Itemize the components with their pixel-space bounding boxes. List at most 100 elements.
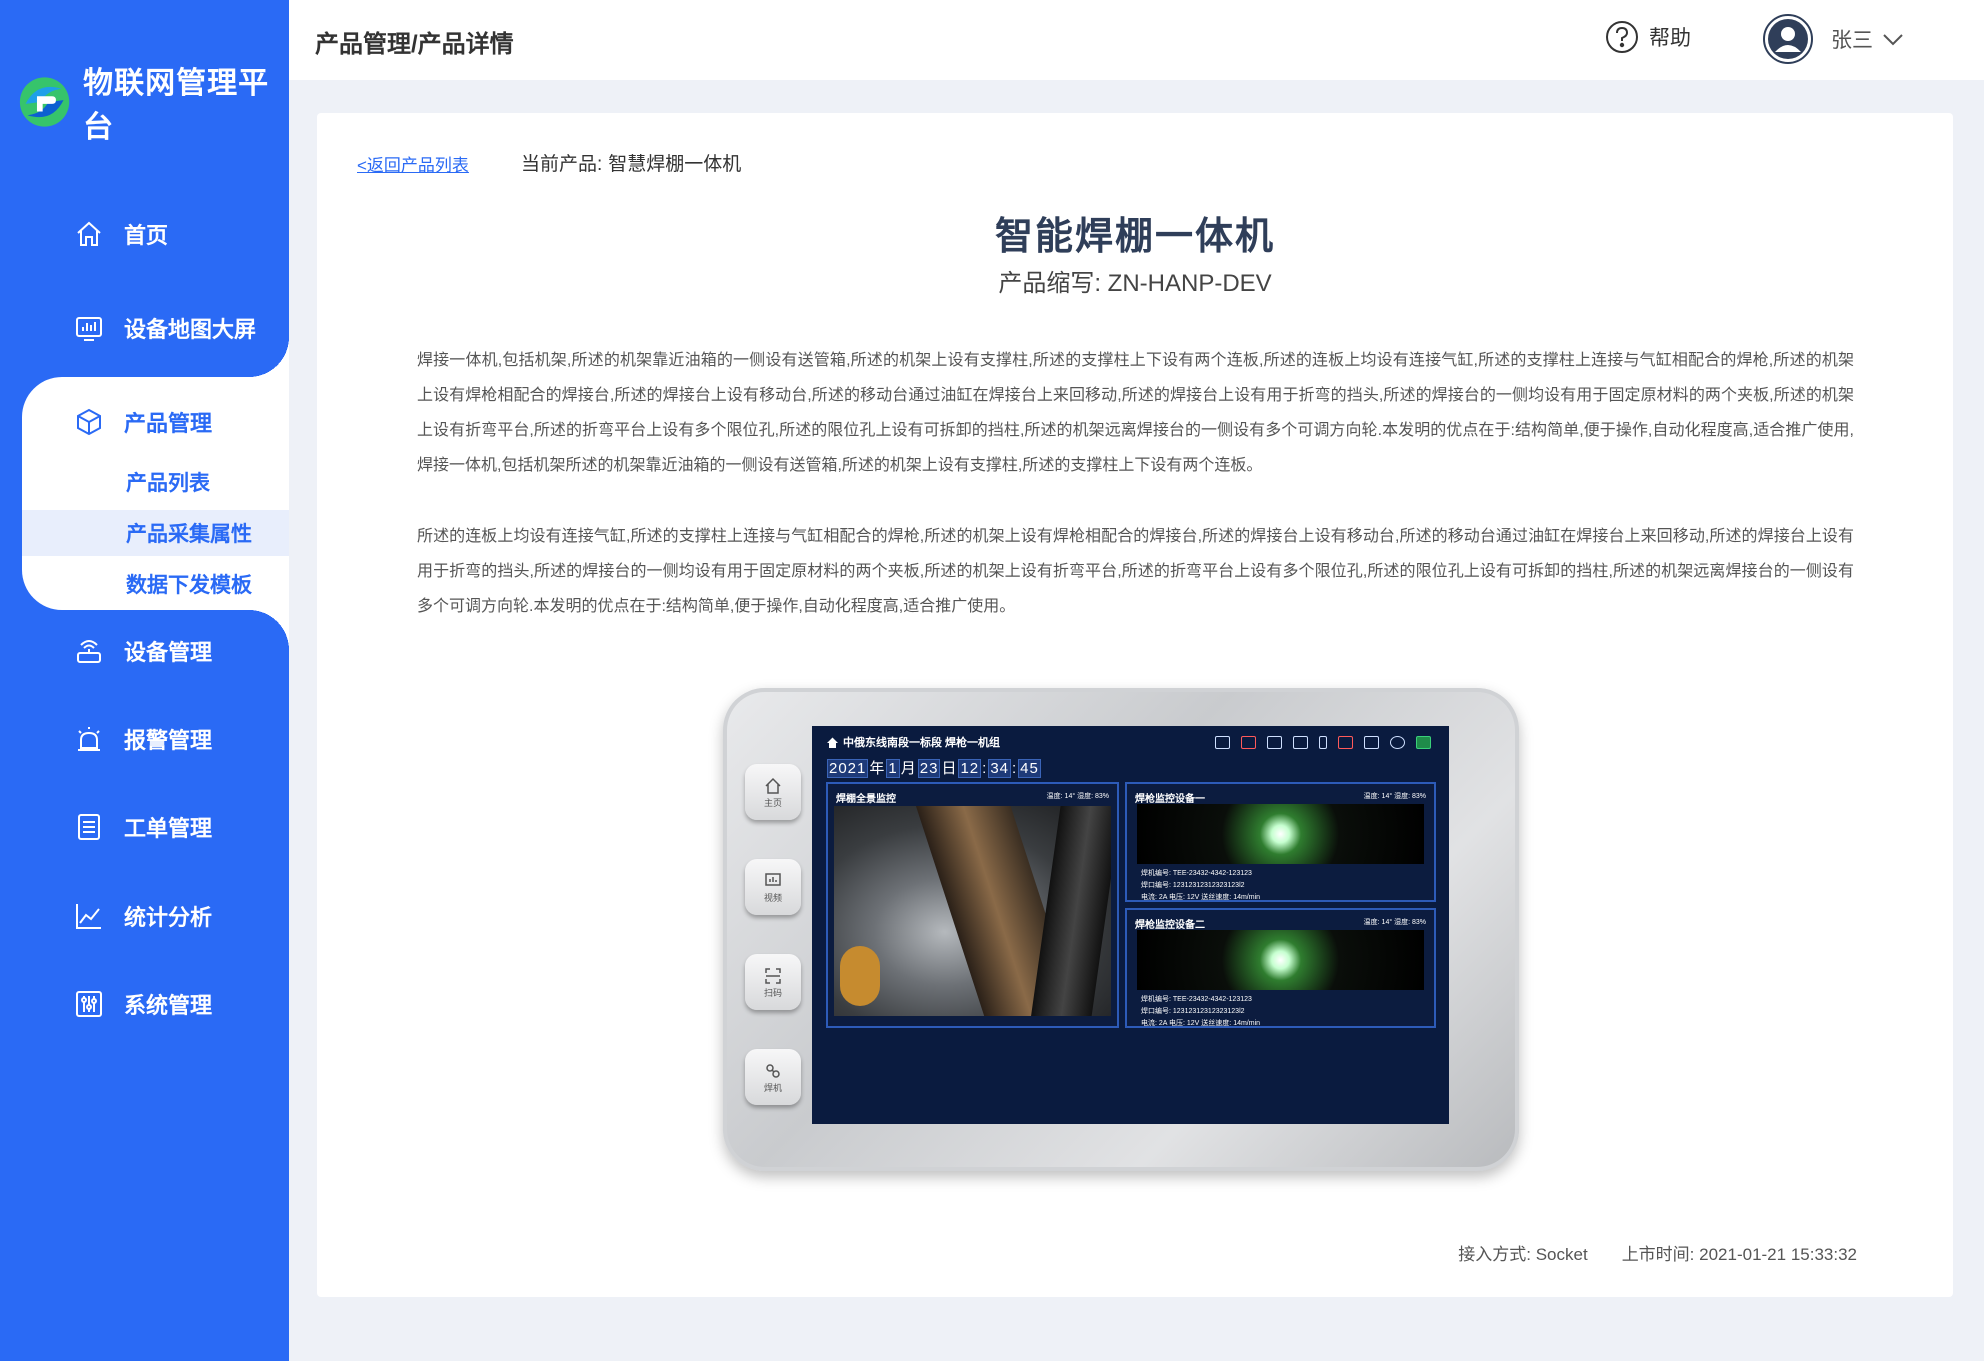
device-button-label: 视频 xyxy=(763,892,782,903)
product-detail-card: <返回产品列表 当前产品: 智慧焊棚一体机 智能焊棚一体机 产品缩写: ZN-HA… xyxy=(317,113,1953,1297)
product-title: 智能焊棚一体机 xyxy=(994,216,1275,258)
home-icon xyxy=(77,221,101,246)
date-digit: 2021 xyxy=(827,759,869,778)
info-line: 电流: 2A 电压: 12V 送丝速度: 14m/min xyxy=(1141,894,1261,901)
battery-icon xyxy=(1416,736,1431,749)
nav-item-label: 系统管理 xyxy=(124,993,213,1018)
nav-sub-product-list[interactable]: 产品列表 xyxy=(22,459,289,505)
help-icon xyxy=(1606,21,1638,53)
device-button-label: 主页 xyxy=(763,797,782,808)
device-scan-button: 扫码 xyxy=(745,954,801,1010)
cube-icon xyxy=(77,408,101,436)
sidebar: 物联网管理平台 首页 设备地图大屏 产品管理 产品列表 产品采集属性 数据下发模… xyxy=(0,0,289,1361)
nav-sub-data-template[interactable]: 数据下发模板 xyxy=(22,561,289,607)
thermometer-icon xyxy=(1319,736,1327,749)
user-name: 张三 xyxy=(1831,29,1873,52)
device-screen: 中俄东线南段一标段 焊枪一机组 2021 年 1 月 23 日 12:34:45 焊棚全景监… xyxy=(812,726,1449,1124)
nav-sub-product-attributes[interactable]: 产品采集属性 xyxy=(22,510,289,556)
current-product: 当前产品: 智慧焊棚一体机 xyxy=(515,149,741,176)
camera-icon xyxy=(1215,736,1230,749)
panel-title: 焊棚全景监控 xyxy=(836,794,896,805)
panorama-camera-feed xyxy=(834,806,1111,1016)
date-unit: 年 xyxy=(869,760,886,777)
device-button-label: 扫码 xyxy=(763,987,782,998)
back-to-list-link[interactable]: <返回产品列表 xyxy=(357,151,469,176)
product-abbreviation: 产品缩写: ZN-HANP-DEV xyxy=(998,270,1272,297)
logo-icon xyxy=(19,77,70,127)
panel-title: 焊枪监控设备二 xyxy=(1135,920,1205,931)
torch-monitor-panel-1: 焊枪监控设备一 温度: 14° 湿度: 83% 焊机编号: TEE-23432-… xyxy=(1125,782,1436,902)
camera-alert-icon xyxy=(1241,736,1256,749)
device-home-button: 主页 xyxy=(745,764,801,820)
screen-status-icons xyxy=(1215,736,1431,749)
description-paragraph: 所述的连板上均设有连接气缸,所述的支撑柱上连接与气缸相配合的焊枪,所述的机架上设… xyxy=(417,528,1854,615)
device-video-button: 视频 xyxy=(745,859,801,915)
nav-item-alarm-management[interactable]: 报警管理 xyxy=(0,709,289,769)
current-product-label: 当前产品: xyxy=(521,154,603,175)
nav-item-label: 设备地图大屏 xyxy=(124,317,257,342)
nav-item-statistics[interactable]: 统计分析 xyxy=(0,886,289,946)
globe-icon xyxy=(1390,736,1405,749)
user-menu[interactable]: 张三 xyxy=(1763,14,1905,64)
torch-camera-feed xyxy=(1137,804,1424,864)
panel-readout: 温度: 14° 湿度: 83% xyxy=(1046,793,1109,800)
nav-item-device-management[interactable]: 设备管理 xyxy=(0,621,289,681)
current-product-value: 智慧焊棚一体机 xyxy=(608,154,742,175)
help-label: 帮助 xyxy=(1649,27,1691,50)
device-welder-button: 焊机 xyxy=(745,1049,801,1105)
settings-icon xyxy=(76,991,102,1017)
access-method: 接入方式: Socket xyxy=(1458,1245,1588,1264)
dashboard-icon xyxy=(76,317,102,341)
info-line: 焊口编号: 12312312312323123l2 xyxy=(1141,1008,1245,1015)
torch-camera-feed xyxy=(1137,930,1424,990)
nav-group-product: 产品管理 产品列表 产品采集属性 数据下发模板 xyxy=(22,337,289,650)
brand[interactable]: 物联网管理平台 xyxy=(18,58,289,146)
info-line: 焊机编号: TEE-23432-4342-123123 xyxy=(1141,870,1252,877)
nav-item-product-management[interactable]: 产品管理 xyxy=(22,397,289,447)
nav-item-map-dashboard[interactable]: 设备地图大屏 xyxy=(0,298,289,358)
release-time: 上市时间: 2021-01-21 15:33:32 xyxy=(1621,1245,1857,1264)
panel-readout: 温度: 14° 湿度: 83% xyxy=(1363,793,1426,800)
date-unit: 日 xyxy=(941,760,958,777)
home-icon xyxy=(765,777,781,794)
nav-item-system-management[interactable]: 系统管理 xyxy=(0,974,289,1034)
panorama-monitor-panel: 焊棚全景监控 温度: 14° 湿度: 83% xyxy=(826,782,1119,1028)
nav-item-home[interactable]: 首页 xyxy=(0,204,289,264)
panel-info: 焊机编号: TEE-23432-4342-123123 焊口编号: 123123… xyxy=(1141,868,1260,904)
info-line: 电流: 2A 电压: 12V 送丝速度: 14m/min xyxy=(1141,1020,1261,1027)
panel-title: 焊枪监控设备一 xyxy=(1135,794,1205,805)
breadcrumb: 产品管理/产品详情 xyxy=(315,31,514,58)
description-paragraph: 焊接一体机,包括机架,所述的机架靠近油箱的一侧设有送管箱,所述的机架上设有支撑柱… xyxy=(417,352,1854,474)
nav-item-label: 设备管理 xyxy=(124,640,213,665)
scan-icon xyxy=(765,967,781,984)
date-digit: 34 xyxy=(988,759,1011,778)
date-digit: 45 xyxy=(1018,759,1041,778)
screen-title-text: 中俄东线南段一标段 焊枪一机组 xyxy=(843,737,1001,749)
device-button-label: 焊机 xyxy=(763,1082,782,1093)
alarm-icon xyxy=(78,727,100,751)
date-unit: : xyxy=(1012,760,1018,777)
robot-alert-icon xyxy=(1338,736,1353,749)
date-digit: 12 xyxy=(958,759,982,778)
torch-monitor-panel-2: 焊枪监控设备二 温度: 14° 湿度: 83% 焊机编号: TEE-23432-… xyxy=(1125,908,1436,1028)
chevron-down-icon xyxy=(1883,34,1903,46)
date-unit: 月 xyxy=(900,760,917,777)
top-header: 产品管理/产品详情 帮助 张三 xyxy=(289,0,1984,80)
date-unit: : xyxy=(982,760,988,777)
scan-icon xyxy=(1293,736,1308,749)
info-line: 焊口编号: 12312312312323123l2 xyxy=(1141,882,1245,889)
nav-item-label: 统计分析 xyxy=(124,905,213,930)
video-icon xyxy=(1267,736,1282,749)
welder-icon xyxy=(766,1063,780,1078)
nav-sub-label: 数据下发模板 xyxy=(126,574,252,597)
app-title: 物联网管理平台 xyxy=(83,67,270,144)
product-footer-meta: 接入方式: Socket 上市时间: 2021-01-21 15:33:32 xyxy=(1458,1240,1857,1265)
list-icon xyxy=(78,814,100,840)
nav-item-workorder-management[interactable]: 工单管理 xyxy=(0,797,289,857)
panel-info: 焊机编号: TEE-23432-4342-123123 焊口编号: 123123… xyxy=(1141,994,1260,1030)
info-line: 焊机编号: TEE-23432-4342-123123 xyxy=(1141,996,1252,1003)
device-image: 主页 视频 扫码 焊机 中俄东线南段一标段 焊枪一机组 2021 年 1 月 23 日 12… xyxy=(723,688,1519,1171)
help-button[interactable]: 帮助 xyxy=(1605,20,1691,54)
home-icon xyxy=(827,737,838,748)
nav-group-label: 产品管理 xyxy=(124,411,213,436)
